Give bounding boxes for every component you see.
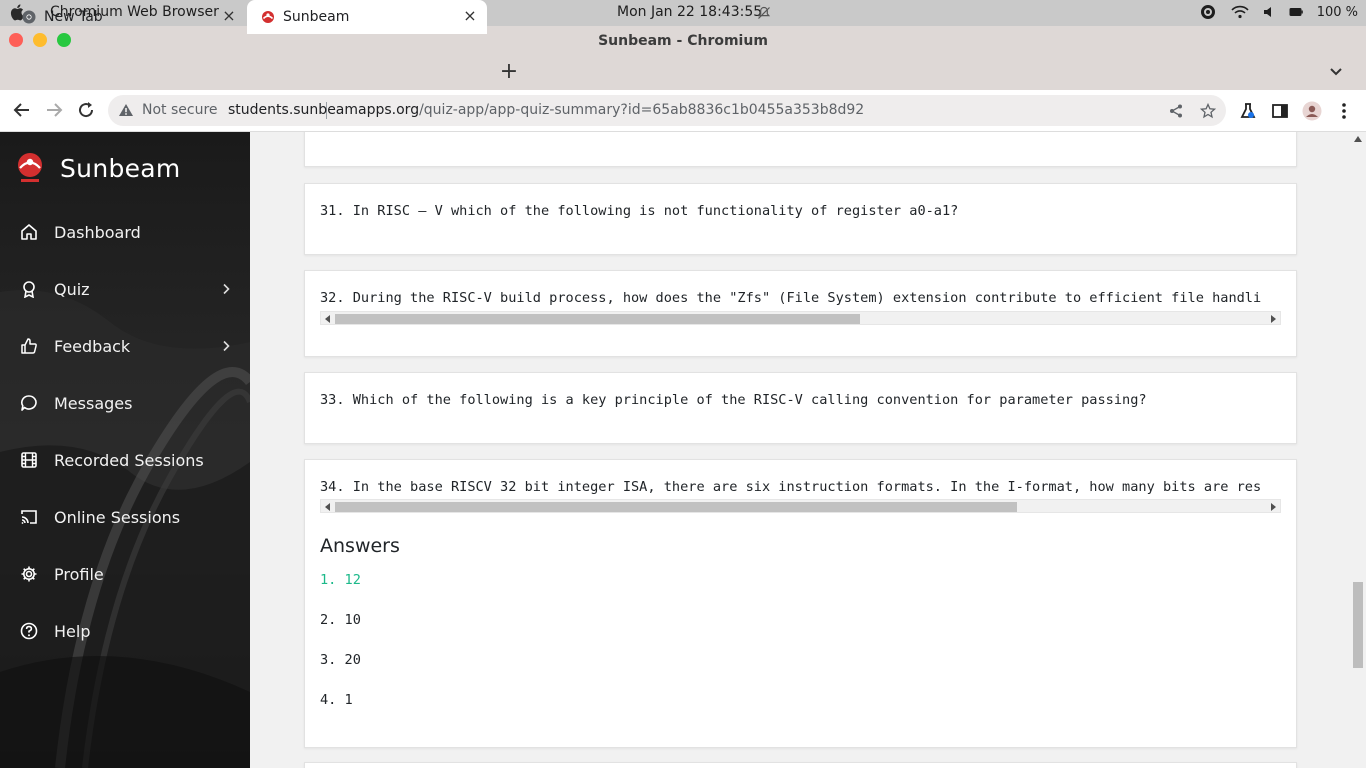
cast-icon <box>21 510 37 524</box>
chromium-icon <box>22 10 36 24</box>
question-text: 34. In the base RISCV 32 bit integer ISA… <box>320 479 1262 495</box>
url-text[interactable]: students.sunbeamapps.org/quiz-app/app-qu… <box>228 102 864 118</box>
chevron-right-icon <box>223 340 230 352</box>
forward-arrow-icon[interactable] <box>44 100 64 120</box>
answer-option: 3. 20 <box>320 652 361 668</box>
brand[interactable]: Sunbeam <box>16 152 181 184</box>
sidebar-item-profile[interactable]: Profile <box>0 554 250 594</box>
home-icon <box>21 224 37 240</box>
chevron-down-icon[interactable] <box>1326 63 1346 81</box>
sidebar-item-online-sessions[interactable]: Online Sessions <box>0 497 250 537</box>
sunbeam-logo-icon <box>18 153 42 182</box>
chevron-right-icon <box>223 283 230 295</box>
tab-new-tab[interactable]: New Tab × <box>8 0 246 34</box>
reload-icon[interactable] <box>76 100 96 120</box>
share-icon[interactable] <box>1168 103 1184 119</box>
side-panel-icon[interactable] <box>1270 101 1290 121</box>
sidebar-item-label: Online Sessions <box>54 507 181 527</box>
back-arrow-icon[interactable] <box>12 100 32 120</box>
sidebar-item-label: Feedback <box>54 336 131 356</box>
sidebar-item-messages[interactable]: Messages <box>0 383 250 423</box>
answer-option-correct: 1. 12 <box>320 572 361 588</box>
sunbeam-favicon-icon <box>262 11 274 23</box>
bell-muted-icon <box>757 6 771 19</box>
main-content: 31. In RISC – V which of the following i… <box>250 132 1350 768</box>
sidebar-item-recorded-sessions[interactable]: Recorded Sessions <box>0 440 250 480</box>
sidebar-item-feedback[interactable]: Feedback <box>0 326 250 366</box>
scrollbar-thumb[interactable] <box>335 314 860 324</box>
url-host: students.sunbeamapps.org <box>228 102 420 118</box>
question-text: 31. In RISC – V which of the following i… <box>320 203 959 219</box>
experiments-flask-icon[interactable] <box>1238 101 1258 121</box>
scroll-right-arrow-icon[interactable] <box>1270 315 1276 323</box>
url-path: /quiz-app/app-quiz-summary?id=65ab8836c1… <box>419 102 865 118</box>
award-icon <box>23 281 35 298</box>
scroll-left-arrow-icon[interactable] <box>325 315 331 323</box>
clock[interactable]: Mon Jan 22 18:43:55 <box>617 4 762 20</box>
close-tab-icon[interactable]: × <box>222 8 236 24</box>
tab-sunbeam[interactable]: Sunbeam × <box>247 0 487 34</box>
scrollbar-thumb[interactable] <box>335 502 1017 512</box>
battery-icon[interactable] <box>1289 7 1303 17</box>
question-card: 34. In the base RISCV 32 bit integer ISA… <box>304 459 1297 748</box>
close-tab-icon[interactable]: × <box>463 8 477 24</box>
settings-icon[interactable] <box>1199 3 1217 21</box>
film-icon <box>21 452 37 468</box>
bookmark-star-icon[interactable] <box>1200 103 1216 119</box>
battery-percent: 100 % <box>1316 4 1358 20</box>
tab-label: Sunbeam <box>283 9 350 25</box>
brand-name: Sunbeam <box>60 153 181 183</box>
sidebar-item-label: Messages <box>54 393 133 413</box>
volume-icon[interactable] <box>1263 5 1275 19</box>
question-card: 33. Which of the following is a key prin… <box>304 372 1297 444</box>
page-scrollbar-thumb[interactable] <box>1353 582 1363 668</box>
tab-strip <box>0 56 1366 90</box>
question-text: 32. During the RISC-V build process, how… <box>320 290 1262 306</box>
tab-label: New Tab <box>44 9 103 25</box>
sidebar-item-quiz[interactable]: Quiz <box>0 269 250 309</box>
profile-avatar-icon[interactable] <box>1302 101 1322 121</box>
sidebar-item-label: Help <box>54 621 91 641</box>
new-tab-plus-icon[interactable]: + <box>499 61 519 83</box>
sidebar: Sunbeam Dashboard Quiz Feedback Messages <box>0 132 250 768</box>
sidebar-item-label: Quiz <box>54 279 90 299</box>
horizontal-scrollbar[interactable] <box>320 499 1281 513</box>
chat-icon <box>21 395 37 411</box>
horizontal-scrollbar[interactable] <box>320 311 1281 325</box>
gear-icon <box>21 566 37 582</box>
scroll-right-arrow-icon[interactable] <box>1270 503 1276 511</box>
sidebar-item-help[interactable]: Help <box>0 611 250 651</box>
not-secure-label[interactable]: Not secure <box>142 102 218 118</box>
question-card: 32. During the RISC-V build process, how… <box>304 270 1297 357</box>
answer-option: 2. 10 <box>320 612 361 628</box>
kebab-menu-icon[interactable] <box>1334 101 1354 121</box>
sidebar-item-dashboard[interactable]: Dashboard <box>0 212 250 252</box>
answer-option: 4. 1 <box>320 692 353 708</box>
question-text: 33. Which of the following is a key prin… <box>320 392 1147 408</box>
address-bar[interactable]: Not secure students.sunbeamapps.org/quiz… <box>108 95 1226 126</box>
scroll-left-arrow-icon[interactable] <box>325 503 331 511</box>
warning-triangle-icon[interactable] <box>118 103 134 117</box>
page-scrollbar[interactable] <box>1350 132 1366 768</box>
sidebar-item-label: Profile <box>54 564 104 584</box>
sidebar-item-label: Recorded Sessions <box>54 450 204 470</box>
answers-heading: Answers <box>320 535 400 557</box>
sidebar-item-label: Dashboard <box>54 222 141 242</box>
thumbs-up-icon <box>21 338 37 354</box>
question-card: 31. In RISC – V which of the following i… <box>304 183 1297 255</box>
wifi-icon[interactable] <box>1231 5 1249 19</box>
question-card-previous <box>304 132 1297 167</box>
window-title: Sunbeam - Chromium <box>598 33 768 49</box>
question-card-next <box>304 762 1297 768</box>
scroll-up-arrow-icon[interactable] <box>1354 136 1362 142</box>
help-circle-icon <box>20 622 38 640</box>
